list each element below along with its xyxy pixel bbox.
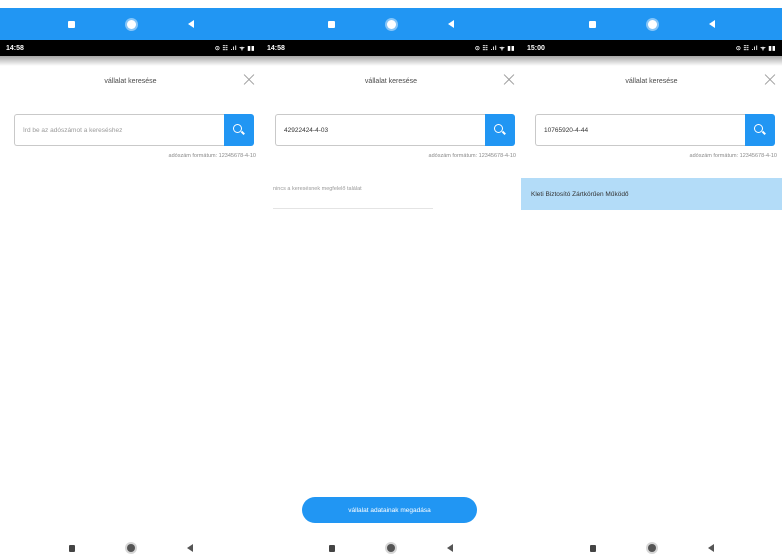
close-icon[interactable]	[242, 73, 256, 87]
back-icon[interactable]	[447, 544, 453, 552]
status-bar: 15:00 ⊙ ☷ .ıl ᯤ ▮▮	[521, 40, 782, 56]
status-icons: ⊙ ☷ .ıl ᯤ ▮▮	[735, 46, 776, 52]
tax-number-format-hint: adószám formátum: 12345678-4-10	[168, 153, 256, 159]
status-time: 15:00	[527, 44, 545, 52]
home-icon[interactable]	[647, 19, 657, 29]
dialog-title: vállalat keresése	[625, 78, 678, 85]
recent-apps-icon[interactable]	[329, 544, 335, 552]
tax-number-format-hint: adószám formátum: 12345678-4-10	[689, 153, 777, 159]
status-bar: 14:58 ⊙ ☷ .ıl ᯤ ▮▮	[261, 40, 521, 56]
back-icon[interactable]	[187, 20, 194, 28]
recent-apps-icon[interactable]	[589, 544, 596, 552]
search-button[interactable]	[224, 114, 254, 146]
screen-search-empty: 14:58 ⊙ ☷ .ıl ᯤ ▮▮ vállalat keresése adó…	[0, 0, 261, 556]
bottom-navigation-bar	[0, 540, 261, 556]
search-bar	[14, 114, 254, 146]
status-icons: ⊙ ☷ .ıl ᯤ ▮▮	[214, 46, 255, 52]
recent-apps-icon[interactable]	[68, 544, 75, 552]
status-icons: ⊙ ☷ .ıl ᯤ ▮▮	[474, 46, 515, 52]
status-time: 14:58	[267, 44, 285, 52]
search-icon	[494, 124, 506, 136]
no-result-message: nincs a keresésnek megfelelő találat	[273, 186, 362, 192]
tax-number-search-input[interactable]	[14, 114, 224, 146]
status-time: 14:58	[6, 44, 24, 52]
top-navigation-bar	[521, 8, 782, 40]
back-icon[interactable]	[707, 544, 714, 552]
header-shadow	[261, 56, 521, 66]
tax-number-search-input[interactable]	[275, 114, 485, 146]
header-shadow	[521, 56, 782, 66]
bottom-navigation-bar	[521, 540, 782, 556]
header-shadow	[0, 56, 261, 66]
search-bar	[535, 114, 775, 146]
search-button[interactable]	[745, 114, 775, 146]
back-icon[interactable]	[186, 544, 193, 552]
home-icon[interactable]	[126, 19, 136, 29]
top-navigation-bar	[0, 8, 261, 40]
back-icon[interactable]	[448, 20, 454, 28]
tax-number-format-hint: adószám formátum: 12345678-4-10	[428, 153, 516, 159]
back-icon[interactable]	[708, 20, 715, 28]
close-icon[interactable]	[502, 73, 516, 87]
search-icon	[233, 124, 245, 136]
status-bar: 14:58 ⊙ ☷ .ıl ᯤ ▮▮	[0, 40, 261, 56]
screen-search-no-result: 14:58 ⊙ ☷ .ıl ᯤ ▮▮ vállalat keresése adó…	[261, 0, 521, 556]
search-icon	[754, 124, 766, 136]
enter-company-details-button[interactable]: vállalat adatainak megadása	[302, 497, 477, 523]
close-icon[interactable]	[763, 73, 777, 87]
tax-number-search-input[interactable]	[535, 114, 745, 146]
search-result-item[interactable]: Kleti Biztosító Zártkörűen Működő	[521, 178, 782, 210]
home-icon[interactable]	[387, 544, 395, 552]
bottom-navigation-bar	[261, 540, 521, 556]
recent-apps-icon[interactable]	[67, 20, 75, 28]
dialog-title: vállalat keresése	[364, 78, 418, 85]
search-button[interactable]	[485, 114, 515, 146]
recent-apps-icon[interactable]	[588, 20, 596, 28]
top-navigation-bar	[261, 8, 521, 40]
home-icon[interactable]	[387, 19, 396, 29]
screen-search-result: 15:00 ⊙ ☷ .ıl ᯤ ▮▮ vállalat keresése adó…	[521, 0, 782, 556]
recent-apps-icon[interactable]	[328, 20, 335, 28]
home-icon[interactable]	[126, 544, 135, 552]
dialog-title: vállalat keresése	[104, 78, 157, 85]
search-bar	[275, 114, 515, 146]
home-icon[interactable]	[647, 544, 656, 552]
divider	[273, 208, 433, 209]
